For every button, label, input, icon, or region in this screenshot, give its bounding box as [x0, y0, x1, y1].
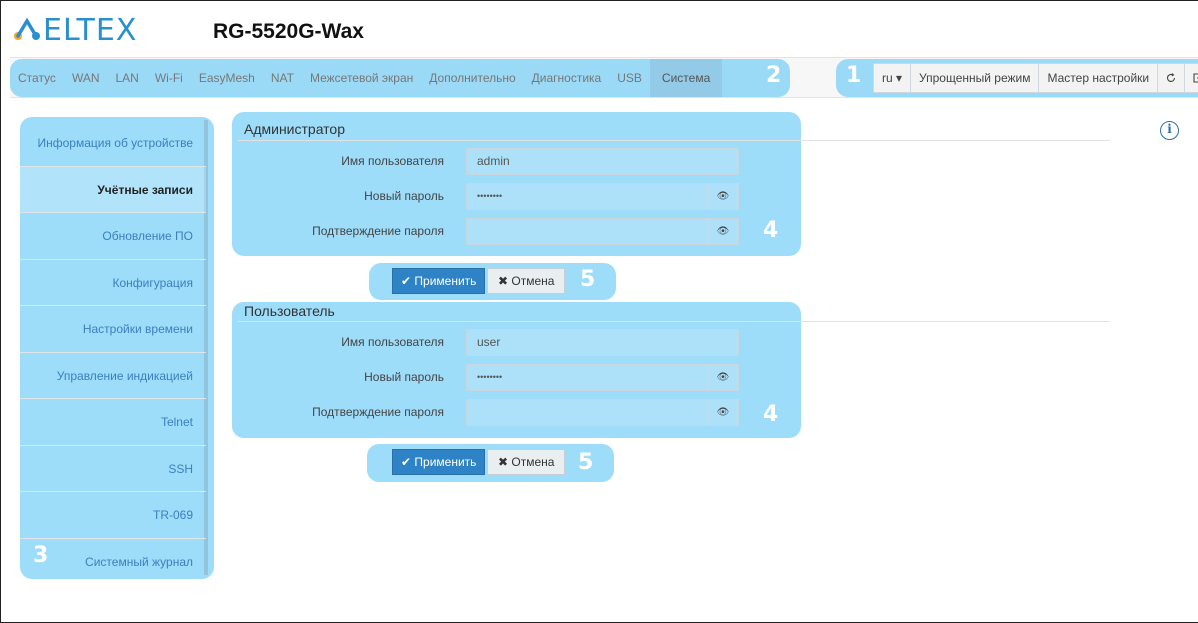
main-nav: Статус WAN LAN Wi-Fi EasyMesh NAT Межсет…	[10, 59, 723, 97]
user-section-title: Пользователь	[244, 303, 335, 319]
admin-confirm-eye-icon[interactable]: 👁	[708, 218, 739, 245]
nav-item-advanced[interactable]: Дополнительно	[421, 59, 523, 97]
nav-item-usb[interactable]: USB	[609, 59, 650, 97]
device-model: RG-5520G-Wax	[213, 20, 364, 43]
admin-section-divider	[238, 140, 1110, 141]
sidebar-item-ssh[interactable]: SSH	[20, 446, 206, 492]
nav-item-easymesh[interactable]: EasyMesh	[191, 59, 263, 97]
nav-item-lan[interactable]: LAN	[108, 59, 147, 97]
admin-password-input[interactable]: ••••••••	[466, 183, 709, 210]
callout-badge-buttons1: 5	[580, 267, 596, 292]
logo-mark-icon	[14, 17, 40, 42]
admin-password-label: Новый пароль	[364, 189, 444, 203]
callout-badge-sidebar: 3	[33, 543, 49, 568]
callout-badge-form1: 4	[763, 218, 779, 243]
nav-item-system[interactable]: Система	[649, 59, 723, 97]
callout-badge-tools: 1	[846, 63, 862, 88]
refresh-icon[interactable]	[1157, 63, 1186, 93]
sidebar-item-time-settings[interactable]: Настройки времени	[20, 306, 206, 353]
info-icon[interactable]: i	[1160, 121, 1179, 140]
admin-username-label: Имя пользователя	[341, 154, 444, 168]
admin-apply-button[interactable]: ✔ Применить	[392, 268, 486, 294]
user-apply-button[interactable]: ✔ Применить	[392, 449, 486, 475]
admin-section-title: Администратор	[244, 121, 346, 137]
callout-badge-form2: 4	[763, 402, 779, 427]
sidebar-item-device-info[interactable]: Информация об устройстве	[20, 120, 206, 167]
user-password-input[interactable]: ••••••••	[466, 364, 709, 391]
user-section-divider	[238, 321, 1110, 322]
user-cancel-button[interactable]: ✖ Отмена	[487, 449, 566, 475]
admin-password-eye-icon[interactable]: 👁	[708, 183, 739, 210]
user-confirm-input[interactable]	[466, 399, 709, 426]
sidebar: Информация об устройстве Учётные записи …	[20, 120, 206, 585]
nav-item-wan[interactable]: WAN	[64, 59, 108, 97]
language-dropdown[interactable]: ru ▾	[873, 63, 912, 93]
admin-cancel-button[interactable]: ✖ Отмена	[487, 268, 566, 294]
sidebar-item-led-control[interactable]: Управление индикацией	[20, 353, 206, 399]
sidebar-item-accounts[interactable]: Учётные записи	[20, 166, 206, 213]
nav-item-nat[interactable]: NAT	[263, 59, 302, 97]
admin-username-input[interactable]: admin	[466, 148, 739, 175]
sidebar-item-telnet[interactable]: Telnet	[20, 399, 206, 446]
nav-item-diagnostics[interactable]: Диагностика	[524, 59, 610, 97]
user-username-input[interactable]: user	[466, 329, 739, 356]
admin-confirm-input[interactable]	[466, 218, 709, 245]
callout-badge-buttons2: 5	[578, 450, 594, 475]
user-password-eye-icon[interactable]: 👁	[708, 364, 739, 391]
sidebar-item-firmware-update[interactable]: Обновление ПО	[20, 213, 206, 260]
simple-mode-button[interactable]: Упрощенный режим	[910, 63, 1040, 93]
user-confirm-eye-icon[interactable]: 👁	[708, 399, 739, 426]
callout-badge-nav: 2	[766, 63, 782, 88]
user-confirm-label: Подтверждение пароля	[312, 405, 444, 419]
eltex-logo: ELTEX	[14, 12, 138, 48]
admin-confirm-label: Подтверждение пароля	[312, 224, 444, 238]
sidebar-item-tr069[interactable]: TR-069	[20, 492, 206, 539]
sidebar-item-configuration[interactable]: Конфигурация	[20, 260, 206, 306]
nav-item-wifi[interactable]: Wi-Fi	[147, 59, 191, 97]
user-username-label: Имя пользователя	[341, 335, 444, 349]
brand-name: ELTEX	[43, 12, 138, 48]
user-password-label: Новый пароль	[364, 370, 444, 384]
nav-item-firewall[interactable]: Межсетевой экран	[302, 59, 421, 97]
toolbar: ru ▾ Упрощенный режим Мастер настройки	[873, 63, 1198, 93]
nav-item-status[interactable]: Статус	[10, 59, 64, 97]
setup-wizard-button[interactable]: Мастер настройки	[1038, 63, 1159, 93]
logout-icon[interactable]	[1184, 63, 1198, 93]
